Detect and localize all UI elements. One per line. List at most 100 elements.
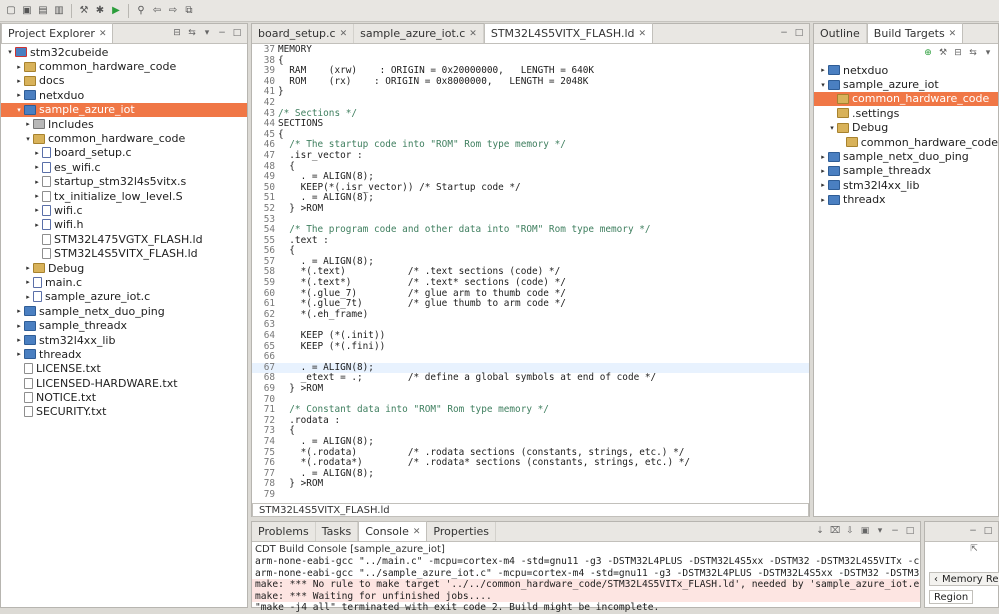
- close-icon[interactable]: ✕: [99, 29, 107, 39]
- code-line[interactable]: 40 ROM (rx) : ORIGIN = 0x8000000, LENGTH…: [252, 76, 809, 88]
- tree-item[interactable]: ▸ stm32l4xx_lib: [814, 178, 998, 192]
- chevron-right-icon[interactable]: ▸: [32, 163, 42, 171]
- maximize-icon[interactable]: □: [904, 525, 916, 537]
- tree-item[interactable]: .settings: [814, 106, 998, 120]
- view-menu-icon[interactable]: ▾: [874, 525, 886, 537]
- code-line[interactable]: 78 } >ROM: [252, 479, 809, 490]
- tab-board-setup-c[interactable]: board_setup.c ✕: [252, 24, 355, 43]
- code-line[interactable]: 77 . = ALIGN(8);: [252, 468, 809, 480]
- build-icon[interactable]: ⚒: [77, 4, 91, 18]
- view-menu-icon[interactable]: ▾: [982, 47, 994, 59]
- clear-console-icon[interactable]: ⌧: [829, 525, 841, 537]
- code-line[interactable]: 69 } >ROM: [252, 383, 809, 395]
- minimize-icon[interactable]: −: [778, 27, 790, 39]
- chevron-right-icon[interactable]: ▸: [14, 322, 24, 330]
- tree-item[interactable]: ▸ sample_azure_iot.c: [1, 290, 247, 304]
- code-area[interactable]: 37 MEMORY 38{39 RAM (xrw) : ORIGIN = 0x200…: [252, 45, 809, 505]
- save-all-icon[interactable]: ▤: [36, 4, 50, 18]
- tree-item[interactable]: ▸ wifi.c: [1, 203, 247, 217]
- chevron-right-icon[interactable]: ▸: [14, 77, 24, 85]
- code-line[interactable]: 72 .rodata :: [252, 415, 809, 427]
- tree-item[interactable]: LICENSED-HARDWARE.txt: [1, 376, 247, 390]
- chevron-right-icon[interactable]: ▸: [818, 196, 828, 204]
- tab-sample-azure-iot-c[interactable]: sample_azure_iot.c ✕: [354, 24, 484, 43]
- tree-item[interactable]: ▸ startup_stm32l4s5vitx.s: [1, 175, 247, 189]
- display-console-icon[interactable]: ▣: [859, 525, 871, 537]
- code-line[interactable]: 52 } >ROM: [252, 203, 809, 215]
- tree-item[interactable]: SECURITY.txt: [1, 405, 247, 419]
- chevron-right-icon[interactable]: ▸: [14, 63, 24, 71]
- code-line[interactable]: 54 /* The program code and other data in…: [252, 224, 809, 236]
- tree-item[interactable]: common_hardware_code: [814, 135, 998, 149]
- tree-item[interactable]: ▸ threadx: [814, 193, 998, 207]
- minimize-icon[interactable]: −: [216, 27, 228, 39]
- collapse-all-icon[interactable]: ⊟: [952, 47, 964, 59]
- tree-item[interactable]: ▸ threadx: [1, 347, 247, 361]
- view-menu-icon[interactable]: ▾: [201, 27, 213, 39]
- forward-icon[interactable]: ⇨: [166, 4, 180, 18]
- back-icon[interactable]: ⇦: [150, 4, 164, 18]
- tree-item[interactable]: NOTICE.txt: [1, 390, 247, 404]
- tree-item[interactable]: ▸ tx_initialize_low_level.S: [1, 189, 247, 203]
- memory-regions-tab[interactable]: ‹ Memory Reg: [929, 572, 999, 586]
- tab-problems[interactable]: Problems: [252, 522, 316, 541]
- tree-item[interactable]: ▸ es_wifi.c: [1, 160, 247, 174]
- tree-item[interactable]: ▸ Includes: [1, 117, 247, 131]
- region-column-header[interactable]: Region: [929, 590, 974, 604]
- tree-item[interactable]: LICENSE.txt: [1, 362, 247, 376]
- chevron-right-icon[interactable]: ▸: [32, 221, 42, 229]
- chevron-right-icon[interactable]: ▸: [23, 120, 33, 128]
- close-icon[interactable]: ✕: [340, 29, 348, 39]
- code-line[interactable]: 44 SECTIONS: [252, 119, 809, 130]
- pin-icon[interactable]: ⇣: [814, 525, 826, 537]
- code-line[interactable]: 62 *(.eh_frame): [252, 309, 809, 321]
- link-editor-icon[interactable]: ⇆: [186, 27, 198, 39]
- tree-item[interactable]: common_hardware_code: [814, 91, 998, 107]
- tree-item[interactable]: ▾ sample_azure_iot: [814, 77, 998, 91]
- code-line[interactable]: 37 MEMORY: [252, 45, 809, 56]
- chevron-down-icon[interactable]: ▾: [23, 135, 33, 143]
- tree-item[interactable]: ▸ docs: [1, 74, 247, 88]
- close-icon[interactable]: ✕: [639, 29, 647, 39]
- tree-item[interactable]: ▸ sample_threadx: [814, 164, 998, 178]
- chevron-down-icon[interactable]: ▾: [5, 48, 15, 56]
- code-line[interactable]: 43/* Sections */: [252, 108, 809, 120]
- maximize-icon[interactable]: □: [231, 27, 243, 39]
- code-line[interactable]: 41}: [252, 87, 809, 98]
- tab-stm32l4s5vitx-flash-ld[interactable]: STM32L4S5VITX_FLASH.ld ✕: [483, 23, 654, 43]
- chevron-right-icon[interactable]: ▸: [818, 153, 828, 161]
- search-icon[interactable]: ⚲: [134, 4, 148, 18]
- chevron-right-icon[interactable]: ▸: [14, 336, 24, 344]
- tree-item[interactable]: ▸ sample_netx_duo_ping: [1, 304, 247, 318]
- tree-item[interactable]: ▸ board_setup.c: [1, 146, 247, 160]
- code-line[interactable]: 65 KEEP (*(.fini)): [252, 341, 809, 353]
- tree-item[interactable]: STM32L4S5VITX_FLASH.ld: [1, 246, 247, 260]
- tree-item[interactable]: ▸ main.c: [1, 275, 247, 289]
- tree-item[interactable]: ▾ Debug: [814, 121, 998, 135]
- minimize-icon[interactable]: −: [889, 525, 901, 537]
- chevron-right-icon[interactable]: ▸: [818, 181, 828, 189]
- chevron-down-icon[interactable]: ▾: [818, 81, 828, 89]
- scroll-lock-icon[interactable]: ⇩: [844, 525, 856, 537]
- save-icon[interactable]: ▣: [20, 4, 34, 18]
- tab-console[interactable]: Console ✕: [358, 521, 428, 541]
- tab-outline[interactable]: Outline: [814, 24, 867, 43]
- new-window-icon[interactable]: ⧉: [182, 4, 196, 18]
- chevron-right-icon[interactable]: ▸: [23, 264, 33, 272]
- close-icon[interactable]: ✕: [469, 29, 477, 39]
- tree-item[interactable]: ▸ sample_threadx: [1, 318, 247, 332]
- tree-item[interactable]: ▾ stm32cubeide: [1, 45, 247, 59]
- collapse-all-icon[interactable]: ⊟: [171, 27, 183, 39]
- print-icon[interactable]: ▥: [52, 4, 66, 18]
- tree-item[interactable]: ▸ sample_netx_duo_ping: [814, 149, 998, 163]
- chevron-right-icon[interactable]: ▸: [14, 91, 24, 99]
- code-line[interactable]: 42: [252, 97, 809, 109]
- tab-build-targets[interactable]: Build Targets ✕: [866, 23, 964, 43]
- tree-item[interactable]: ▸ wifi.h: [1, 218, 247, 232]
- tree-item[interactable]: STM32L475VGTX_FLASH.ld: [1, 232, 247, 246]
- minimize-icon[interactable]: −: [967, 525, 979, 537]
- chevron-right-icon[interactable]: ▸: [14, 350, 24, 358]
- chevron-right-icon[interactable]: ▸: [23, 278, 33, 286]
- tree-item[interactable]: ▸ netxduo: [814, 63, 998, 77]
- tree-item[interactable]: ▸ stm32l4xx_lib: [1, 333, 247, 347]
